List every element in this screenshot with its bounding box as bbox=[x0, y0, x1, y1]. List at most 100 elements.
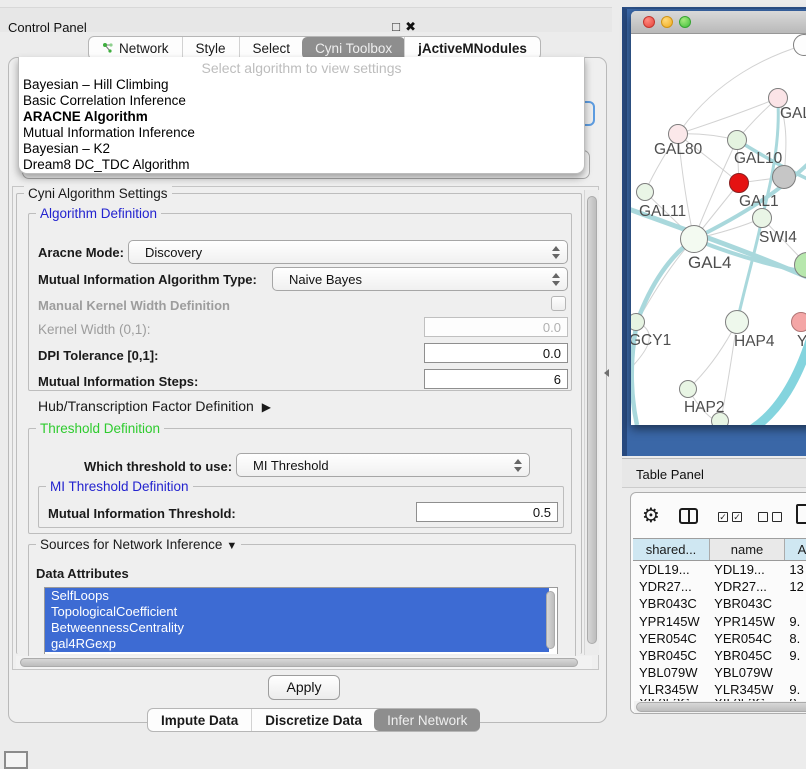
list-item-topologicalcoefficient[interactable]: TopologicalCoefficient bbox=[45, 604, 549, 620]
dropdown-placeholder: Select algorithm to view settings bbox=[19, 57, 584, 77]
group-title: Algorithm Definition bbox=[36, 206, 161, 221]
mi-type-combo[interactable]: Naive Bayes bbox=[272, 267, 568, 291]
group-title: MI Threshold Definition bbox=[46, 479, 193, 494]
tab-style[interactable]: Style bbox=[182, 37, 239, 59]
table-row[interactable]: YDR27... YDR27... 12 bbox=[633, 578, 806, 595]
node-label: GAL11 bbox=[639, 203, 686, 221]
tab-discretize-data[interactable]: Discretize Data bbox=[251, 709, 375, 731]
node-label: GAL4 bbox=[688, 253, 731, 273]
table-row[interactable]: YDL19... YDL19... 13 bbox=[633, 561, 806, 578]
settings-hscrollbar-thumb[interactable] bbox=[20, 658, 578, 667]
window-titlebar[interactable] bbox=[631, 11, 806, 34]
network-canvas[interactable]: GAL GAL80 GAL10 GAL1 GAL11 SWI4 GAL4 GCY… bbox=[631, 33, 806, 425]
node-gray[interactable] bbox=[772, 165, 796, 189]
aracne-mode-combo[interactable]: Discovery bbox=[128, 240, 568, 264]
node-label: GCY1 bbox=[631, 332, 671, 350]
tab-impute-data[interactable]: Impute Data bbox=[148, 709, 251, 731]
manual-kernel-checkbox[interactable] bbox=[551, 296, 566, 311]
list-scrollbar[interactable] bbox=[546, 591, 555, 649]
group-title: Threshold Definition bbox=[36, 421, 164, 436]
settings-vscrollbar-thumb[interactable] bbox=[587, 196, 597, 644]
checked-column-icon[interactable]: ✓ bbox=[732, 512, 742, 522]
list-item-betweennesscentrality[interactable]: BetweennessCentrality bbox=[45, 620, 549, 636]
tab-jactivemnodules[interactable]: jActiveMNodules bbox=[404, 37, 540, 59]
table-hscrollbar-thumb[interactable] bbox=[636, 702, 806, 712]
columns-icon[interactable] bbox=[679, 508, 698, 524]
table-panel-title: Table Panel bbox=[636, 467, 704, 482]
spinner-icon bbox=[513, 459, 522, 472]
node-hap4[interactable] bbox=[725, 310, 749, 334]
dpi-tolerance-field[interactable]: 0.0 bbox=[424, 343, 568, 363]
table-row[interactable]: YBL079W YBL079W bbox=[633, 664, 806, 681]
tab-select[interactable]: Select bbox=[239, 37, 304, 59]
table-row[interactable]: YPR145W YPR145W 9. bbox=[633, 613, 806, 630]
unchecked-column-icon[interactable] bbox=[758, 512, 768, 522]
which-threshold-combo[interactable]: MI Threshold bbox=[236, 453, 530, 477]
node-label: HAP4 bbox=[734, 333, 775, 351]
spinner-icon bbox=[551, 246, 560, 259]
node-gal10[interactable] bbox=[727, 130, 747, 150]
float-icon[interactable]: □ bbox=[392, 19, 400, 34]
table-row[interactable]: YLR345W YLR345W 9. bbox=[633, 681, 806, 698]
network-window[interactable]: GAL GAL80 GAL10 GAL1 GAL11 SWI4 GAL4 GCY… bbox=[631, 11, 806, 425]
tab-infer-network[interactable]: Infer Network bbox=[374, 709, 480, 731]
expand-right-icon: ▶ bbox=[262, 400, 271, 414]
table-row[interactable]: YER054C YER054C 8. bbox=[633, 630, 806, 647]
network-icon bbox=[102, 42, 114, 54]
tab-network[interactable]: Network bbox=[89, 37, 182, 59]
list-item-gal4rgexp[interactable]: gal4RGexp bbox=[45, 636, 549, 652]
node-unlabeled-bottom[interactable] bbox=[711, 412, 729, 425]
traffic-minimize-icon[interactable] bbox=[661, 16, 673, 28]
dropdown-item-basic-correlation[interactable]: Basic Correlation Inference bbox=[19, 93, 584, 109]
traffic-zoom-icon[interactable] bbox=[679, 16, 691, 28]
node-hap2[interactable] bbox=[679, 380, 697, 398]
sources-toggle[interactable]: Sources for Network Inference▼ bbox=[36, 537, 241, 552]
dropdown-item-bayesian-k2[interactable]: Bayesian – K2 bbox=[19, 141, 584, 157]
node-label: Y bbox=[797, 333, 806, 351]
dropdown-item-dream8[interactable]: Dream8 DC_TDC Algorithm bbox=[19, 157, 584, 173]
node-gal4[interactable] bbox=[680, 225, 708, 253]
attributes-list[interactable]: SelfLoops TopologicalCoefficient Between… bbox=[44, 587, 558, 654]
dropdown-item-bayesian-hill[interactable]: Bayesian – Hill Climbing bbox=[19, 77, 584, 93]
close-icon[interactable]: ✖ bbox=[405, 19, 416, 35]
mini-palette-icon[interactable] bbox=[4, 751, 28, 769]
page-icon[interactable] bbox=[796, 504, 806, 524]
settings-vscrollbar-track[interactable] bbox=[584, 190, 599, 655]
table-row[interactable]: YBR043C YBR043C bbox=[633, 595, 806, 612]
which-threshold-label: Which threshold to use: bbox=[84, 459, 232, 474]
table-hscrollbar-track[interactable] bbox=[634, 701, 806, 713]
node-gal1[interactable] bbox=[729, 173, 749, 193]
table-panel-header: Table Panel bbox=[622, 458, 806, 488]
hub-section-toggle[interactable]: Hub/Transcription Factor Definition▶ bbox=[38, 398, 271, 414]
node-table: shared... name A YDL19... YDL19... 13 YD… bbox=[633, 538, 806, 707]
column-header-name[interactable]: name bbox=[710, 539, 785, 560]
apply-button[interactable]: Apply bbox=[268, 675, 340, 700]
node-label: GAL80 bbox=[654, 141, 702, 159]
kernel-width-field[interactable]: 0.0 bbox=[424, 317, 568, 337]
unchecked-column-icon[interactable] bbox=[772, 512, 782, 522]
mi-steps-field[interactable]: 6 bbox=[424, 369, 568, 389]
splitter-collapse-icon[interactable] bbox=[604, 369, 609, 377]
data-attributes-label: Data Attributes bbox=[36, 566, 129, 581]
aracne-mode-label: Aracne Mode: bbox=[38, 245, 124, 260]
settings-hscrollbar-track[interactable] bbox=[16, 656, 592, 669]
tab-cyni-toolbox[interactable]: Cyni Toolbox bbox=[302, 37, 405, 59]
traffic-close-icon[interactable] bbox=[643, 16, 655, 28]
node-swi4[interactable] bbox=[752, 208, 772, 228]
table-row[interactable]: YBR045C YBR045C 9. bbox=[633, 647, 806, 664]
column-header-shared-name[interactable]: shared... bbox=[633, 539, 710, 560]
node-label: SWI4 bbox=[759, 229, 797, 247]
algorithm-dropdown-overlay: Select algorithm to view settings Bayesi… bbox=[18, 57, 585, 174]
column-header-clipped[interactable]: A bbox=[785, 539, 806, 560]
node-label: GAL10 bbox=[734, 150, 782, 168]
mi-steps-label: Mutual Information Steps: bbox=[38, 374, 198, 389]
list-item-selfloops[interactable]: SelfLoops bbox=[45, 588, 549, 604]
dropdown-item-mutual-information[interactable]: Mutual Information Inference bbox=[19, 125, 584, 141]
node-salmon[interactable] bbox=[791, 312, 806, 332]
gear-icon[interactable]: ⚙ bbox=[642, 506, 660, 526]
node-gal11[interactable] bbox=[636, 183, 654, 201]
dropdown-item-aracne[interactable]: ARACNE Algorithm bbox=[19, 109, 584, 125]
panel-title: Control Panel bbox=[8, 20, 87, 35]
checked-column-icon[interactable]: ✓ bbox=[718, 512, 728, 522]
mi-threshold-field[interactable]: 0.5 bbox=[416, 502, 558, 522]
